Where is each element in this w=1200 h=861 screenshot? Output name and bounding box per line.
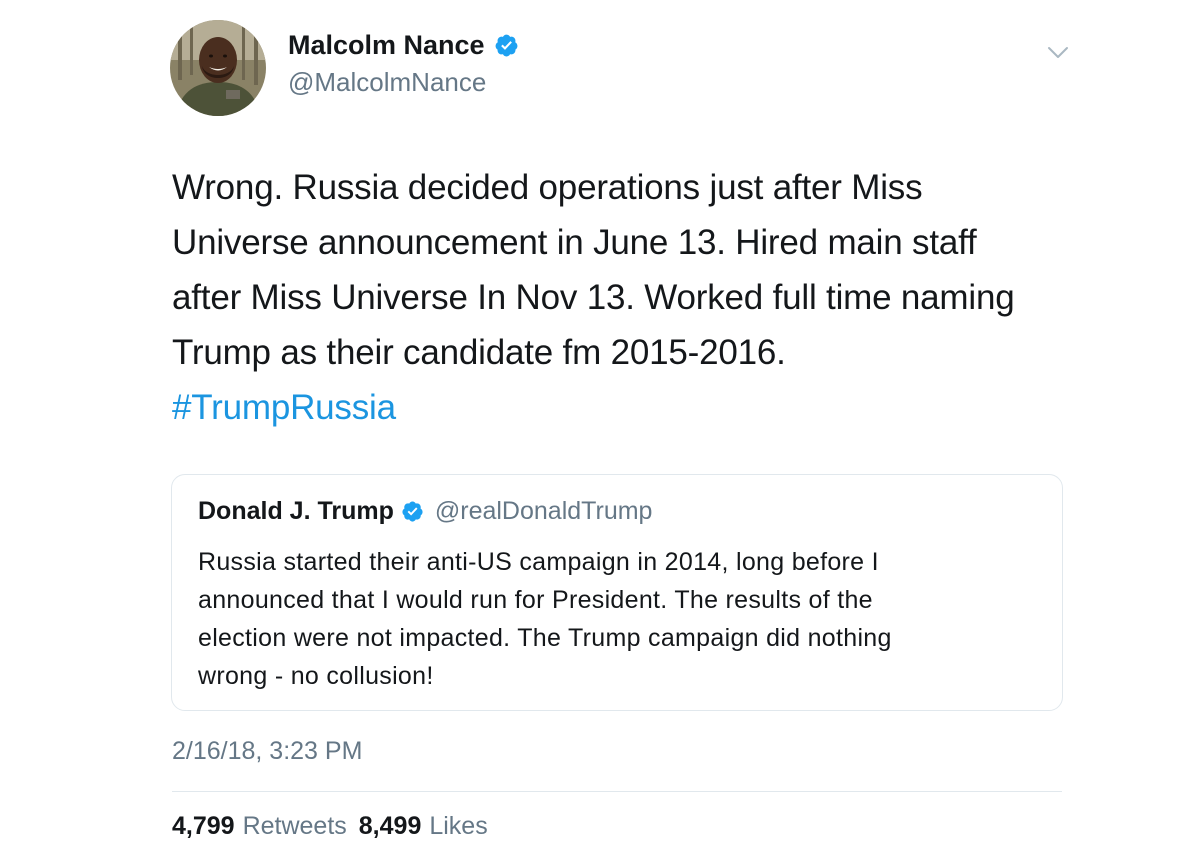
chevron-down-icon[interactable] [1045, 40, 1071, 66]
tweet-text-line: Trump as their candidate fm 2015-2016. [172, 333, 786, 372]
quoted-author-handle: @realDonaldTrump [434, 497, 653, 525]
author-avatar[interactable] [170, 20, 266, 116]
author-name-text: Malcolm Nance [288, 30, 485, 60]
author-handle[interactable]: @MalcolmNance [288, 67, 486, 98]
quoted-tweet-text: Russia started their anti-US campaign in… [198, 543, 1048, 695]
tweet: Malcolm Nance @MalcolmNance Wrong. Russi… [0, 0, 1200, 861]
likes-count[interactable]: 8,499 [359, 812, 422, 841]
tweet-text-line: Wrong. Russia decided operations just af… [172, 168, 923, 207]
quoted-text-line: election were not impacted. The Trump ca… [198, 624, 892, 652]
tweet-text-line: after Miss Universe In Nov 13. Worked fu… [172, 278, 1015, 317]
quoted-author-name: Donald J. Trump [198, 497, 394, 525]
quoted-text-line: announced that I would run for President… [198, 586, 873, 614]
verified-badge-icon [494, 33, 519, 58]
tweet-text-line: Universe announcement in June 13. Hired … [172, 223, 977, 262]
tweet-text: Wrong. Russia decided operations just af… [172, 160, 1092, 435]
quoted-tweet-card[interactable]: Donald J. Trump @realDonaldTrump Russia … [171, 474, 1063, 711]
verified-badge-icon [401, 500, 424, 523]
tweet-stats: 4,799 Retweets 8,499 Likes [172, 812, 500, 841]
tweet-timestamp[interactable]: 2/16/18, 3:23 PM [172, 737, 362, 766]
quoted-tweet-header: Donald J. Trump @realDonaldTrump [198, 497, 652, 526]
likes-label[interactable]: Likes [429, 812, 487, 841]
avatar-photo [170, 20, 266, 116]
quoted-text-line: wrong - no collusion! [198, 662, 434, 690]
retweets-count[interactable]: 4,799 [172, 812, 235, 841]
hashtag-link[interactable]: #TrumpRussia [172, 380, 1092, 435]
divider [172, 791, 1062, 792]
author-name[interactable]: Malcolm Nance [288, 30, 519, 61]
quoted-text-line: Russia started their anti-US campaign in… [198, 548, 879, 576]
retweets-label[interactable]: Retweets [243, 812, 347, 841]
